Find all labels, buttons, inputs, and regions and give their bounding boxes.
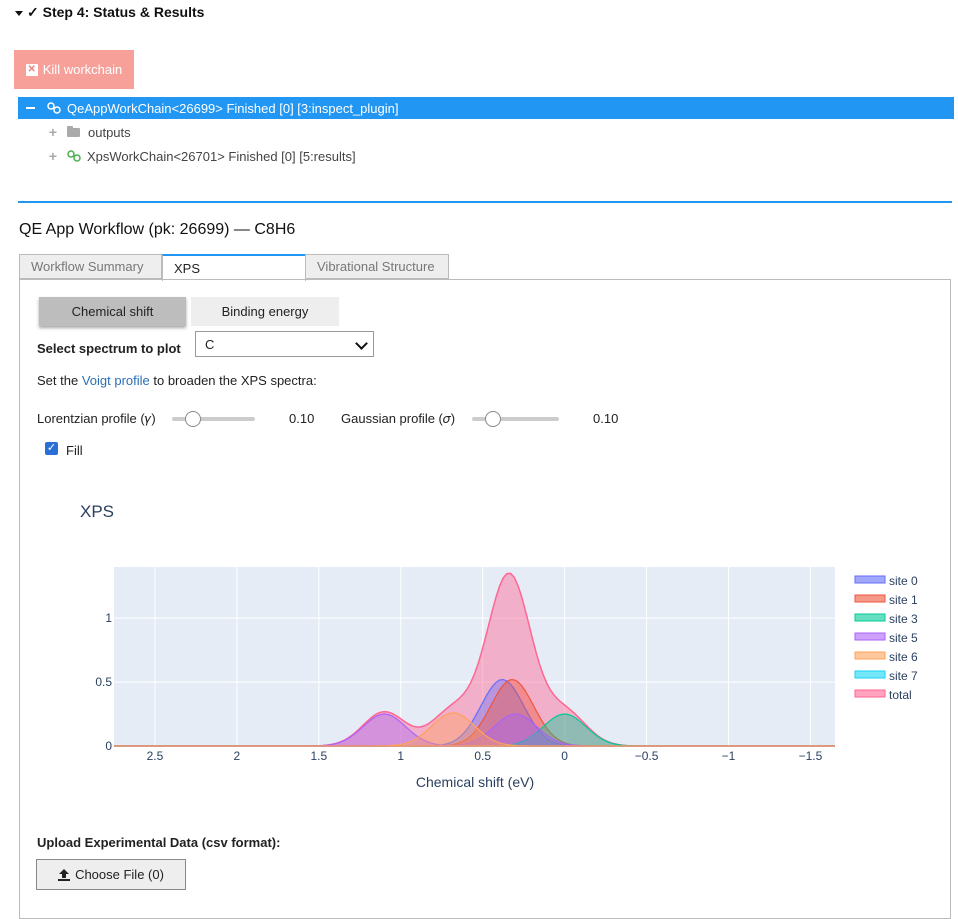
choose-file-label: Choose File (0) xyxy=(75,867,164,882)
tab-workflow-summary[interactable]: Workflow Summary xyxy=(19,254,162,279)
folder-icon xyxy=(67,125,80,137)
fill-label: Fill xyxy=(66,443,83,458)
lorentzian-slider-handle[interactable] xyxy=(185,411,201,427)
x-tick-label: 0.5 xyxy=(474,749,491,763)
gaussian-value: 0.10 xyxy=(593,411,619,426)
close-icon: ✕ xyxy=(25,63,38,76)
tree-item-xpsworkchain[interactable]: + XpsWorkChain<26701> Finished [0] [5:re… xyxy=(47,145,356,167)
step-header[interactable]: ✓ Step 4: Status & Results xyxy=(15,4,204,21)
x-tick-label: −1.5 xyxy=(799,749,823,763)
legend-label[interactable]: site 6 xyxy=(889,650,918,664)
select-spectrum-label: Select spectrum to plot xyxy=(37,341,181,356)
tab-xps[interactable]: XPS xyxy=(162,254,306,281)
step-title: ✓ Step 4: Status & Results xyxy=(27,4,205,20)
collapse-icon[interactable] xyxy=(26,107,35,109)
chevron-down-icon xyxy=(355,337,368,350)
legend-label[interactable]: site 1 xyxy=(889,593,918,607)
x-tick-label: 1.5 xyxy=(310,749,327,763)
x-tick-label: 2 xyxy=(234,749,241,763)
fill-checkbox[interactable]: ✓ xyxy=(45,442,58,455)
tree-item-label: XpsWorkChain<26701> Finished [0] [5:resu… xyxy=(87,148,356,164)
legend-swatch[interactable] xyxy=(854,651,886,660)
legend-label[interactable]: site 5 xyxy=(889,631,918,645)
x-tick-label: −0.5 xyxy=(635,749,659,763)
expand-icon[interactable]: + xyxy=(47,124,59,140)
x-axis-label: Chemical shift (eV) xyxy=(416,774,534,790)
kill-workchain-label: Kill workchain xyxy=(42,62,123,77)
y-tick-label: 0 xyxy=(105,739,112,753)
xps-chart[interactable]: XPS 2.5 2 1.5 1 0.5 0 −0.5 −1 −1.5 0 0.5 1 Chemica… xyxy=(0,490,958,800)
legend-label[interactable]: total xyxy=(889,688,912,702)
voigt-text-before: Set the xyxy=(37,373,82,388)
expand-icon[interactable]: + xyxy=(47,148,59,164)
legend-label[interactable]: site 0 xyxy=(889,574,918,588)
spectrum-select[interactable]: C xyxy=(195,331,374,357)
lorentzian-label: Lorentzian profile (𝛾) xyxy=(37,411,156,426)
tab-vibrational-structure[interactable]: Vibrational Structure xyxy=(305,254,449,279)
upload-icon xyxy=(58,868,71,881)
link-icon xyxy=(67,150,81,162)
choose-file-button[interactable]: Choose File (0) xyxy=(36,859,186,890)
y-tick-label: 1 xyxy=(105,611,112,625)
tree-item-outputs[interactable]: + outputs xyxy=(47,121,131,143)
voigt-instructions: Set the Voigt profile to broaden the XPS… xyxy=(37,373,317,388)
upload-label: Upload Experimental Data (csv format): xyxy=(37,835,281,850)
binding-energy-toggle[interactable]: Binding energy xyxy=(191,297,339,326)
x-tick-label: 0 xyxy=(561,749,568,763)
x-tick-label: 1 xyxy=(397,749,404,763)
y-tick-label: 0.5 xyxy=(95,675,112,689)
gaussian-slider-handle[interactable] xyxy=(485,411,501,427)
kill-workchain-button[interactable]: ✕ Kill workchain xyxy=(14,50,134,89)
gaussian-label: Gaussian profile (𝜎) xyxy=(341,411,456,426)
workflow-title: QE App Workflow (pk: 26699) — C8H6 xyxy=(19,221,296,238)
tree-item-label: outputs xyxy=(88,124,131,140)
lorentzian-value: 0.10 xyxy=(289,411,315,426)
legend-swatch[interactable] xyxy=(854,594,886,603)
tree-root-node[interactable]: QeAppWorkChain<26699> Finished [0] [3:in… xyxy=(18,97,954,119)
divider xyxy=(18,201,952,203)
x-tick-label: 2.5 xyxy=(147,749,164,763)
chemical-shift-toggle[interactable]: Chemical shift xyxy=(39,297,186,326)
spectrum-select-value: C xyxy=(205,336,215,352)
legend-swatch[interactable] xyxy=(854,575,886,584)
legend-swatch[interactable] xyxy=(854,632,886,641)
tree-root-label: QeAppWorkChain<26699> Finished [0] [3:in… xyxy=(67,100,399,116)
caret-down-icon xyxy=(15,10,23,16)
chart-title: XPS xyxy=(80,502,114,521)
link-icon xyxy=(47,102,61,114)
legend-label[interactable]: site 7 xyxy=(889,669,918,683)
legend-swatch[interactable] xyxy=(854,670,886,679)
legend-swatch[interactable] xyxy=(854,689,886,698)
legend-label[interactable]: site 3 xyxy=(889,612,918,626)
legend-swatch[interactable] xyxy=(854,613,886,622)
x-tick-label: −1 xyxy=(722,749,736,763)
voigt-profile-link[interactable]: Voigt profile xyxy=(82,373,150,388)
voigt-text-after: to broaden the XPS spectra: xyxy=(149,373,317,388)
